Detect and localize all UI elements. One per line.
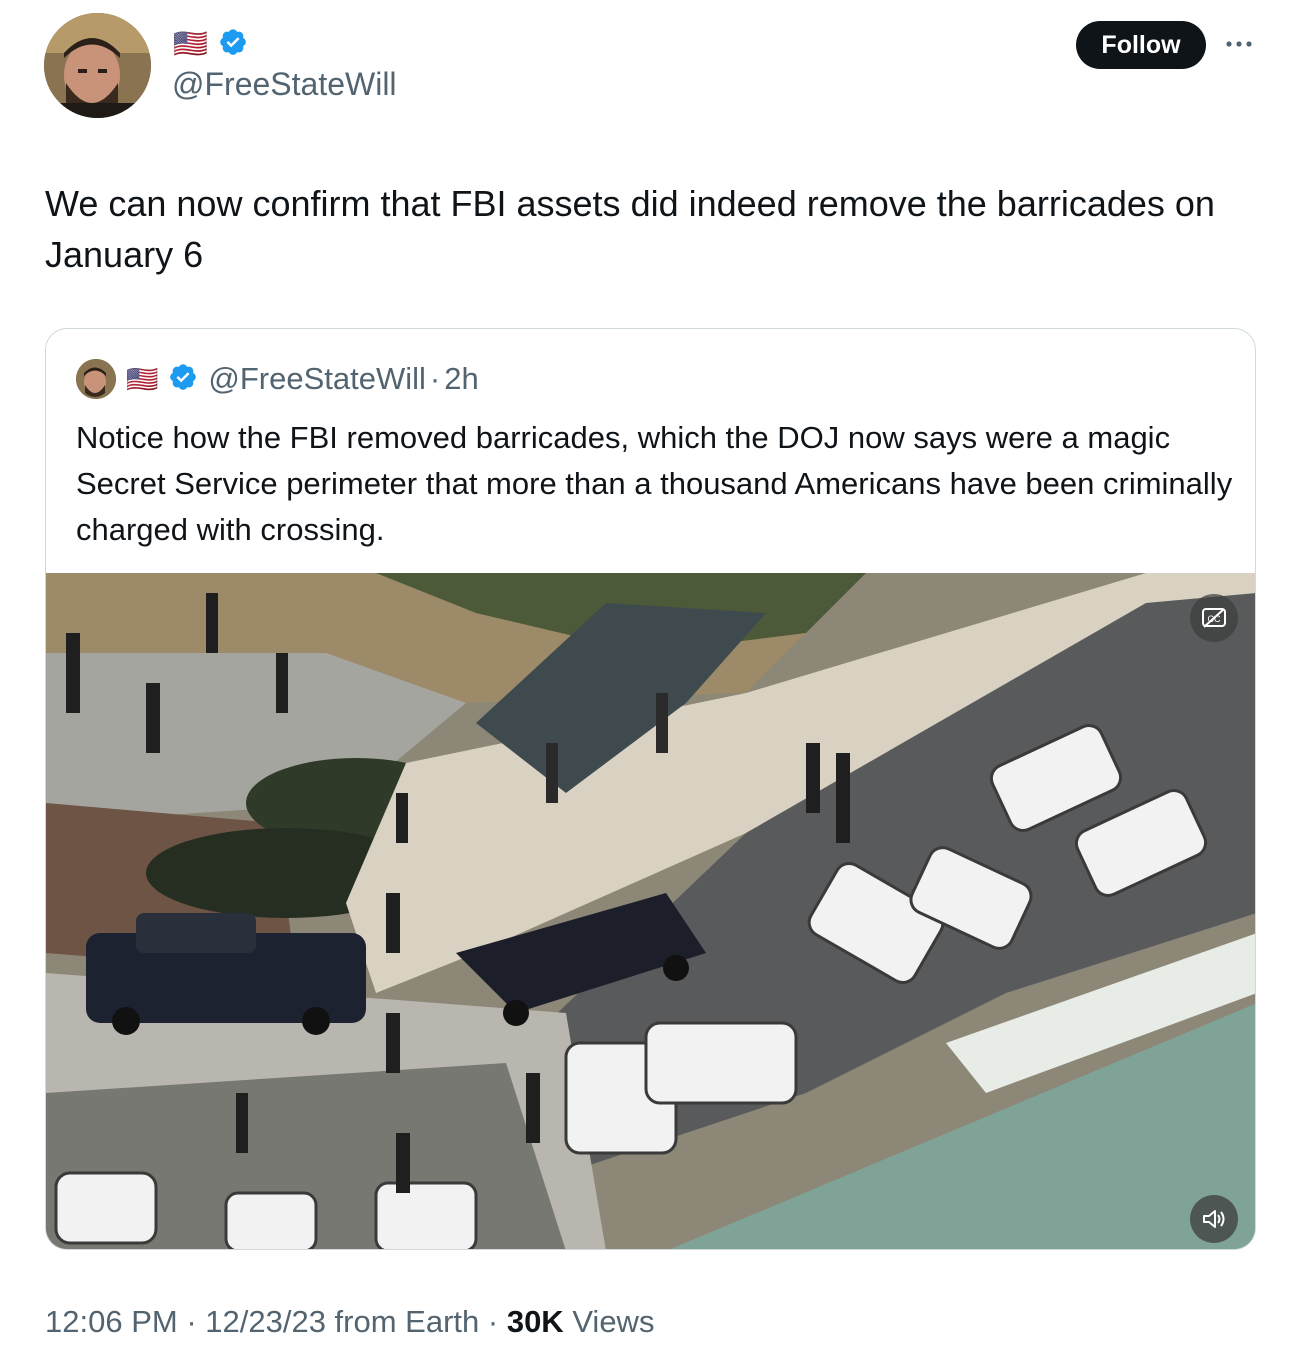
- author-avatar[interactable]: [44, 13, 151, 118]
- tweet-meta: 12:06 PM · 12/23/23 from Earth · 30K Vie…: [45, 1304, 654, 1340]
- quoted-video[interactable]: CC: [46, 573, 1255, 1249]
- quoted-tweet[interactable]: 🇺🇸 @FreeStateWill · 2h Notice how the FB…: [45, 328, 1256, 1250]
- tweet-source: from Earth: [325, 1304, 480, 1339]
- verified-badge-icon: [218, 27, 248, 62]
- author-name-row: 🇺🇸: [173, 28, 248, 60]
- mute-icon[interactable]: [1190, 1195, 1238, 1243]
- quoted-author-avatar: [76, 359, 116, 399]
- quoted-author-handle[interactable]: @FreeStateWill: [208, 361, 426, 397]
- follow-button[interactable]: Follow: [1076, 21, 1206, 69]
- meta-separator: ·: [479, 1304, 507, 1339]
- quoted-verified-badge-icon: [168, 362, 198, 397]
- quoted-tweet-header: 🇺🇸 @FreeStateWill · 2h: [76, 359, 479, 399]
- more-options-icon[interactable]: [1222, 30, 1256, 58]
- quoted-tweet-text: Notice how the FBI removed barricades, w…: [76, 420, 1233, 547]
- tweet-text: We can now confirm that FBI assets did i…: [45, 183, 1215, 275]
- flag-icon: 🇺🇸: [173, 28, 208, 59]
- quoted-time[interactable]: 2h: [444, 361, 478, 397]
- tweet-header: 🇺🇸 @FreeStateWill Follow: [0, 0, 1295, 140]
- views-label: Views: [563, 1304, 655, 1339]
- quoted-separator: ·: [429, 361, 441, 396]
- tweet-time[interactable]: 12:06 PM: [45, 1304, 178, 1339]
- tweet-date[interactable]: 12/23/23: [205, 1304, 326, 1339]
- meta-separator: ·: [177, 1304, 206, 1339]
- video-frame: [46, 573, 1255, 1249]
- quoted-flag-icon: 🇺🇸: [126, 364, 159, 394]
- captions-icon[interactable]: CC: [1190, 594, 1238, 642]
- author-handle[interactable]: @FreeStateWill: [172, 66, 397, 103]
- views-count[interactable]: 30K: [507, 1304, 564, 1339]
